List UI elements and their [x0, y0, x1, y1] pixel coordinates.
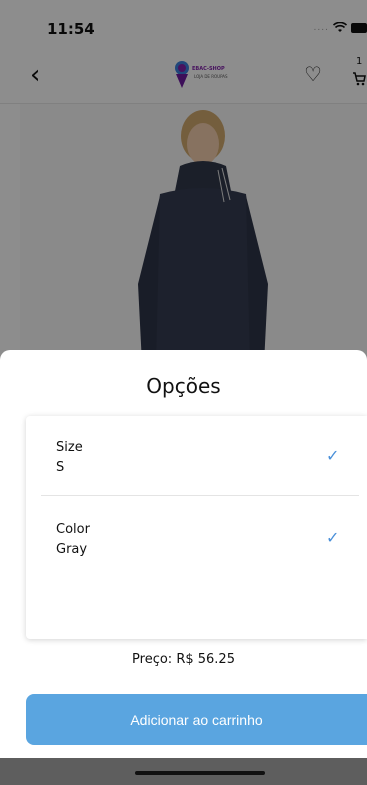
- price-label: Preço: R$ 56.25: [132, 652, 235, 667]
- option-name: Color: [56, 522, 90, 537]
- options-bottom-sheet: Opções Size S ✓ Color Gray ✓ Preço: R$ 5…: [0, 350, 367, 758]
- option-name: Size: [56, 440, 83, 455]
- add-to-cart-button[interactable]: Adicionar ao carrinho: [26, 694, 367, 745]
- home-indicator[interactable]: [135, 771, 265, 775]
- checkmark-icon: ✓: [326, 446, 340, 465]
- checkmark-icon: ✓: [326, 528, 340, 547]
- options-card: Size S ✓ Color Gray ✓: [26, 416, 367, 639]
- option-value: Gray: [56, 542, 88, 557]
- home-indicator-area: [0, 758, 367, 785]
- sheet-title: Opções: [146, 374, 221, 398]
- option-row-color[interactable]: Color Gray ✓: [41, 498, 359, 578]
- option-value: S: [56, 460, 65, 475]
- option-row-size[interactable]: Size S ✓: [41, 416, 359, 496]
